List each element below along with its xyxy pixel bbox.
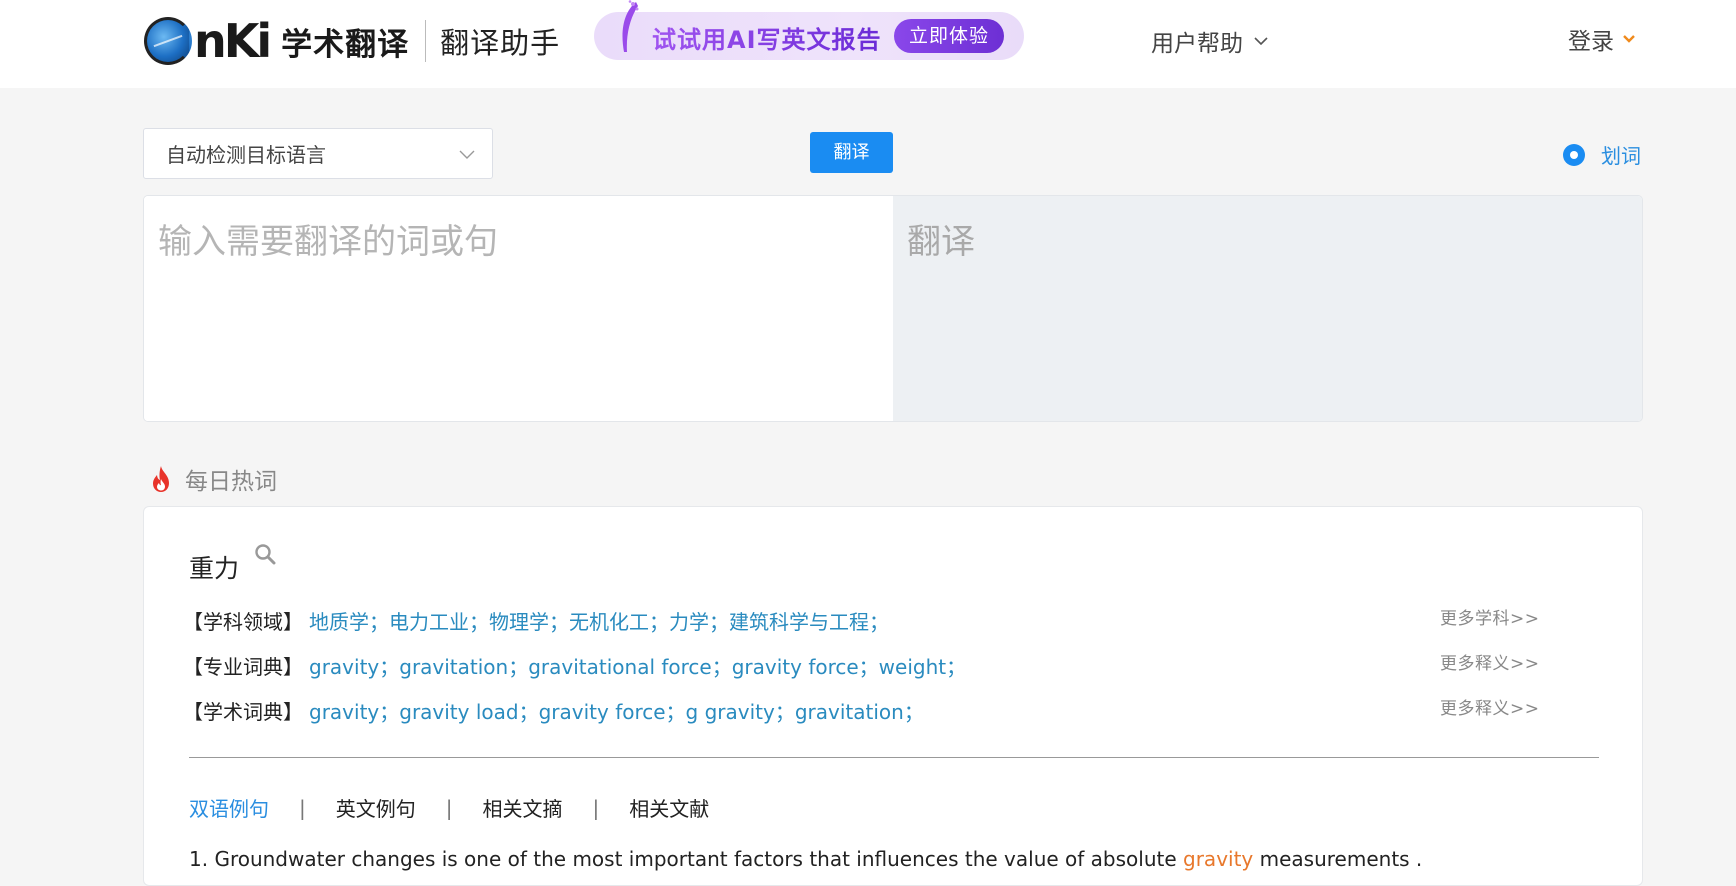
banner-text: 试试用AI写英文报告: [652, 20, 882, 55]
huaci-label: 划词: [1601, 144, 1641, 168]
translation-output: 翻译: [893, 196, 1642, 421]
try-now-button[interactable]: 立即体验: [894, 19, 1004, 53]
translation-panels: 翻译: [143, 195, 1643, 422]
huaci-toggle[interactable]: 划词: [1563, 140, 1641, 169]
tab-separator: |: [592, 795, 600, 820]
divider: [189, 757, 1599, 758]
definition-label: 【学术词典】: [183, 700, 303, 724]
hot-words-title: 每日热词: [185, 469, 277, 495]
tab-related-abstracts[interactable]: 相关文摘: [483, 793, 563, 822]
feather-icon: [622, 0, 639, 52]
sentence-text: 1. Groundwater changes is one of the mos…: [189, 847, 1184, 871]
chevron-down-icon: [459, 150, 475, 159]
ai-report-banner[interactable]: 试试用AI写英文报告 立即体验: [594, 0, 1024, 60]
logo-divider: [425, 20, 427, 62]
brand-title: 学术翻译: [281, 26, 410, 63]
flame-icon: [153, 466, 169, 492]
tab-separator: |: [445, 795, 453, 820]
more-subjects-link[interactable]: 更多学科>>: [1440, 604, 1540, 629]
search-icon[interactable]: [254, 543, 276, 565]
login-label: 登录: [1568, 29, 1614, 55]
login-menu[interactable]: 登录: [1568, 22, 1636, 56]
cnki-logo[interactable]: nKi 学术翻译 翻译助手: [144, 12, 560, 70]
chevron-down-icon: [1623, 35, 1635, 43]
definition-label: 【学科领域】: [183, 610, 303, 634]
logo-text: nKi: [194, 14, 272, 68]
definition-links[interactable]: gravity；gravitation；gravitational force；…: [309, 651, 966, 680]
more-meanings-link[interactable]: 更多释义>>: [1440, 694, 1540, 719]
target-language-select[interactable]: 自动检测目标语言: [143, 128, 493, 179]
globe-icon: [144, 17, 192, 65]
example-sentence: 1. Groundwater changes is one of the mos…: [189, 847, 1422, 871]
sentence-text: measurements .: [1253, 847, 1423, 871]
more-meanings-link[interactable]: 更多释义>>: [1440, 649, 1540, 674]
radio-selected-icon[interactable]: [1563, 143, 1585, 166]
daily-hot-words-heading: 每日热词: [149, 462, 277, 496]
hot-word: 重力: [189, 554, 240, 583]
brand-subtitle: 翻译助手: [440, 26, 561, 60]
top-header: nKi 学术翻译 翻译助手 试试用AI写英文报告 立即体验 用户帮助 登录: [0, 0, 1736, 88]
chevron-down-icon: [1254, 37, 1268, 46]
tab-english-examples[interactable]: 英文例句: [336, 793, 416, 822]
definition-links[interactable]: gravity；gravity load；gravity force；g gra…: [309, 696, 924, 725]
definition-label: 【专业词典】: [183, 655, 303, 679]
tab-related-literature[interactable]: 相关文献: [629, 793, 709, 822]
definition-row-academic: 【学术词典】 gravity；gravity load；gravity forc…: [183, 696, 924, 725]
tab-separator: |: [299, 795, 306, 820]
user-help-label: 用户帮助: [1151, 31, 1243, 57]
example-tabs: 双语例句 | 英文例句 | 相关文摘 | 相关文献: [189, 793, 709, 822]
target-language-value: 自动检测目标语言: [166, 143, 326, 167]
sentence-highlight: gravity: [1183, 847, 1254, 871]
definition-links[interactable]: 地质学；电力工业；物理学；无机化工；力学；建筑科学与工程；: [309, 606, 889, 635]
translate-button[interactable]: 翻译: [810, 132, 893, 173]
definition-row-professional: 【专业词典】 gravity；gravitation；gravitational…: [183, 651, 966, 680]
definition-row-subject: 【学科领域】 地质学；电力工业；物理学；无机化工；力学；建筑科学与工程；: [183, 606, 889, 635]
hot-word-card: 重力 【学科领域】 地质学；电力工业；物理学；无机化工；力学；建筑科学与工程； …: [143, 506, 1643, 886]
source-text-input[interactable]: [144, 196, 893, 421]
tab-bilingual-examples[interactable]: 双语例句: [189, 793, 269, 822]
user-help-menu[interactable]: 用户帮助: [1151, 24, 1269, 58]
